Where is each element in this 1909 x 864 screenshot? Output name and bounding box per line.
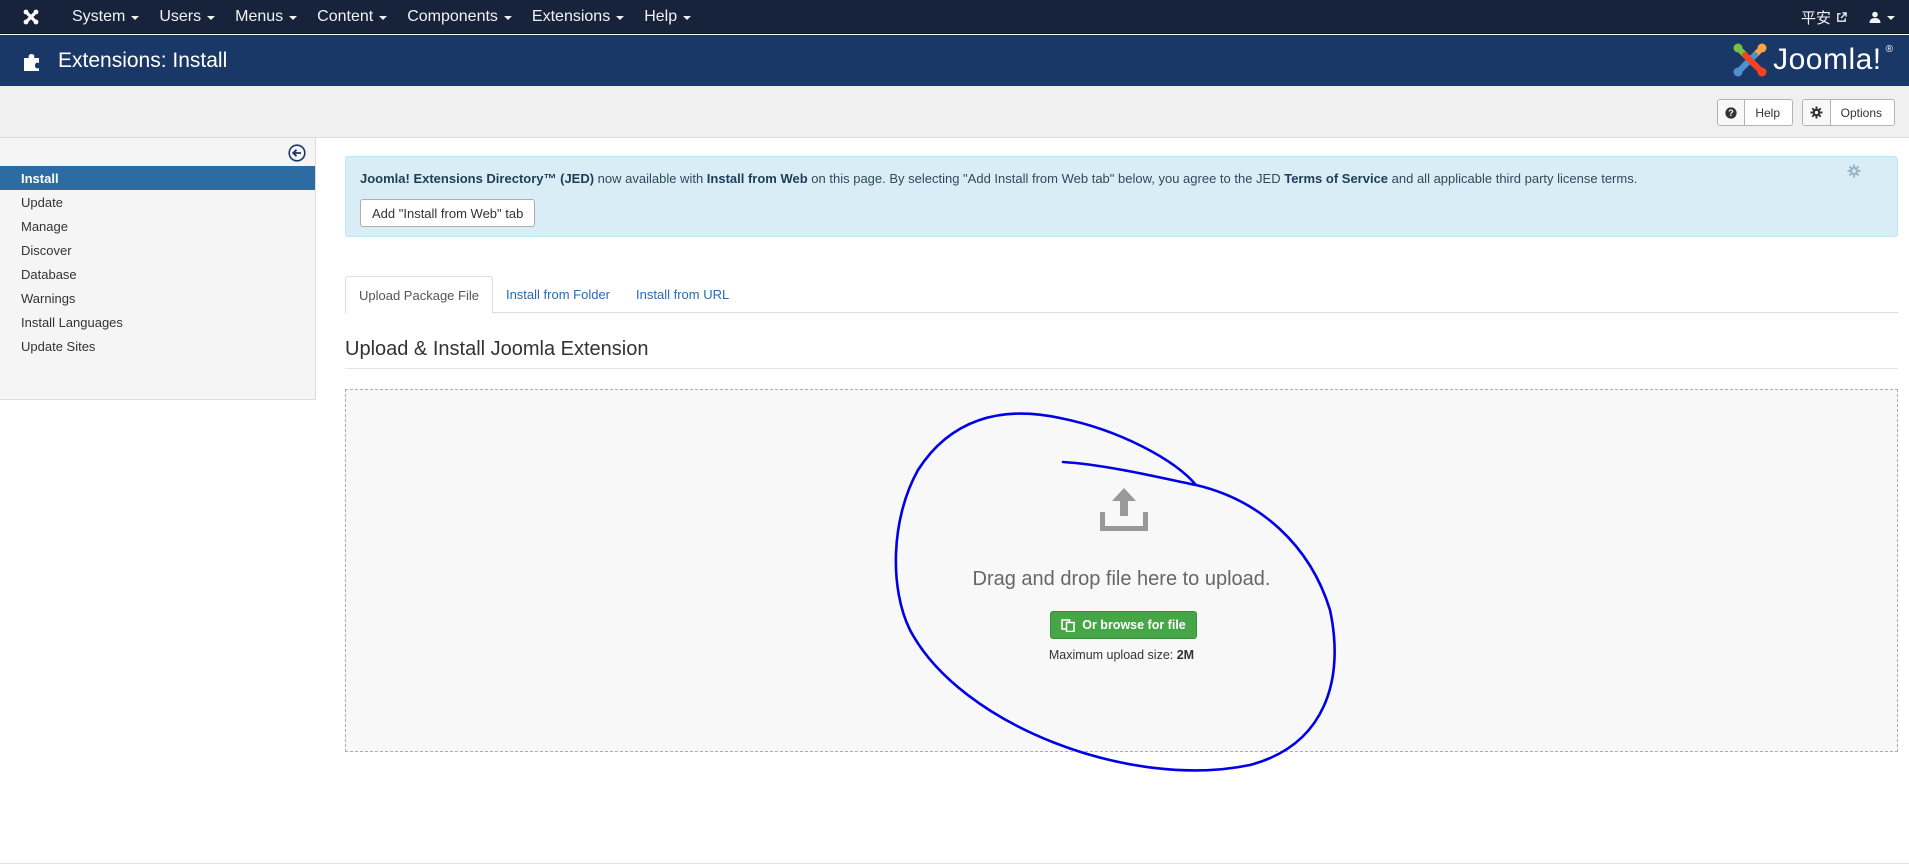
max-upload-size: Maximum upload size: 2M — [346, 648, 1897, 662]
menu-label: Components — [407, 7, 498, 25]
alert-text: and all applicable third party license t… — [1388, 171, 1638, 186]
collapse-sidebar-icon[interactable] — [288, 144, 306, 162]
caret-down-icon — [503, 15, 512, 20]
svg-text:?: ? — [1728, 108, 1734, 118]
help-button[interactable]: ? Help — [1717, 99, 1793, 126]
menu-label: Users — [159, 7, 202, 25]
joomla-brand-logo: Joomla! ® — [1731, 40, 1893, 80]
tab-install-from-url[interactable]: Install from URL — [623, 276, 742, 313]
tab-install-from-folder[interactable]: Install from Folder — [493, 276, 623, 313]
menu-extensions[interactable]: Extensions — [522, 0, 634, 34]
menu-label: Menus — [235, 7, 284, 25]
sidebar-item-install[interactable]: Install — [0, 166, 315, 190]
top-navbar: System Users Menus Content Components Ex… — [0, 0, 1909, 34]
add-install-from-web-button[interactable]: Add "Install from Web" tab — [360, 199, 536, 227]
external-link-icon — [1837, 11, 1847, 22]
sidebar-item-database[interactable]: Database — [0, 262, 315, 286]
sidebar-item-update-sites[interactable]: Update Sites — [0, 334, 315, 358]
question-circle-icon: ? — [1718, 100, 1746, 125]
caret-down-icon — [289, 15, 298, 20]
alert-install-from-web: Install from Web — [706, 171, 808, 186]
toolbar: ? Help Options — [0, 86, 1909, 138]
caret-down-icon — [616, 15, 625, 20]
puzzle-icon — [22, 50, 44, 72]
joomla-icon[interactable] — [0, 0, 62, 34]
menu-content[interactable]: Content — [307, 0, 397, 34]
caret-down-icon — [207, 15, 216, 20]
help-label: Help — [1755, 105, 1780, 120]
max-upload-value: 2M — [1176, 648, 1195, 662]
sidebar-item-warnings[interactable]: Warnings — [0, 286, 315, 310]
caret-down-icon — [379, 15, 388, 20]
menu-label: Content — [317, 7, 374, 25]
section-title: Upload & Install Joomla Extension — [345, 338, 649, 360]
caret-down-icon — [1887, 16, 1895, 20]
menu-system[interactable]: System — [62, 0, 149, 34]
navbar-right: 平安 — [1787, 0, 1909, 34]
options-label: Options — [1840, 105, 1882, 120]
sidebar-item-discover[interactable]: Discover — [0, 238, 315, 262]
jed-alert: Joomla! Extensions Directory™ (JED) now … — [345, 156, 1898, 237]
page-header: Extensions: Install Joomla! ® — [0, 35, 1909, 86]
user-icon — [1869, 11, 1881, 23]
gear-icon[interactable] — [1847, 164, 1861, 178]
menu-users[interactable]: Users — [149, 0, 225, 34]
options-button[interactable]: Options — [1802, 99, 1895, 126]
drop-message: Drag and drop file here to upload. — [972, 568, 1271, 590]
menu-components[interactable]: Components — [397, 0, 522, 34]
brand-text: Joomla! — [1773, 43, 1882, 76]
page-title: Extensions: Install — [58, 48, 228, 72]
sidebar-item-update[interactable]: Update — [0, 190, 315, 214]
upload-dropzone[interactable]: Drag and drop file here to upload. Or br… — [345, 389, 1898, 752]
joomla-logo-icon — [1733, 43, 1767, 77]
registered-mark: ® — [1885, 44, 1893, 55]
user-menu[interactable] — [1861, 11, 1909, 23]
browse-for-file-button[interactable]: Or browse for file — [1050, 611, 1197, 639]
main-menu: System Users Menus Content Components Ex… — [62, 0, 701, 34]
upload-icon — [1098, 488, 1150, 532]
copy-icon — [1061, 618, 1075, 632]
divider — [345, 368, 1898, 369]
sidebar: Install Update Manage Discover Database … — [0, 138, 316, 400]
install-tabs: Upload Package File Install from Folder … — [345, 276, 1898, 314]
terms-of-service-link[interactable]: Terms of Service — [1284, 171, 1388, 186]
max-upload-label: Maximum upload size: — [1048, 648, 1177, 662]
alert-message: Joomla! Extensions Directory™ (JED) now … — [360, 171, 1637, 186]
caret-down-icon — [683, 15, 692, 20]
alert-text: now available with — [594, 171, 707, 186]
menu-menus[interactable]: Menus — [225, 0, 307, 34]
gear-icon — [1803, 100, 1831, 125]
site-label: 平安 — [1800, 9, 1831, 27]
site-link[interactable]: 平安 — [1787, 7, 1861, 28]
alert-jed-name: Joomla! Extensions Directory™ (JED) — [360, 171, 595, 186]
menu-help[interactable]: Help — [634, 0, 701, 34]
sidebar-item-install-languages[interactable]: Install Languages — [0, 310, 315, 334]
alert-text: on this page. By selecting "Add Install … — [807, 171, 1285, 186]
tab-upload-package-file[interactable]: Upload Package File — [345, 276, 493, 314]
menu-label: System — [72, 7, 126, 25]
menu-label: Extensions — [531, 7, 611, 25]
caret-down-icon — [131, 15, 140, 20]
sidebar-menu: Install Update Manage Discover Database … — [0, 166, 315, 358]
browse-label: Or browse for file — [1082, 618, 1186, 632]
sidebar-item-manage[interactable]: Manage — [0, 214, 315, 238]
menu-label: Help — [644, 7, 678, 25]
